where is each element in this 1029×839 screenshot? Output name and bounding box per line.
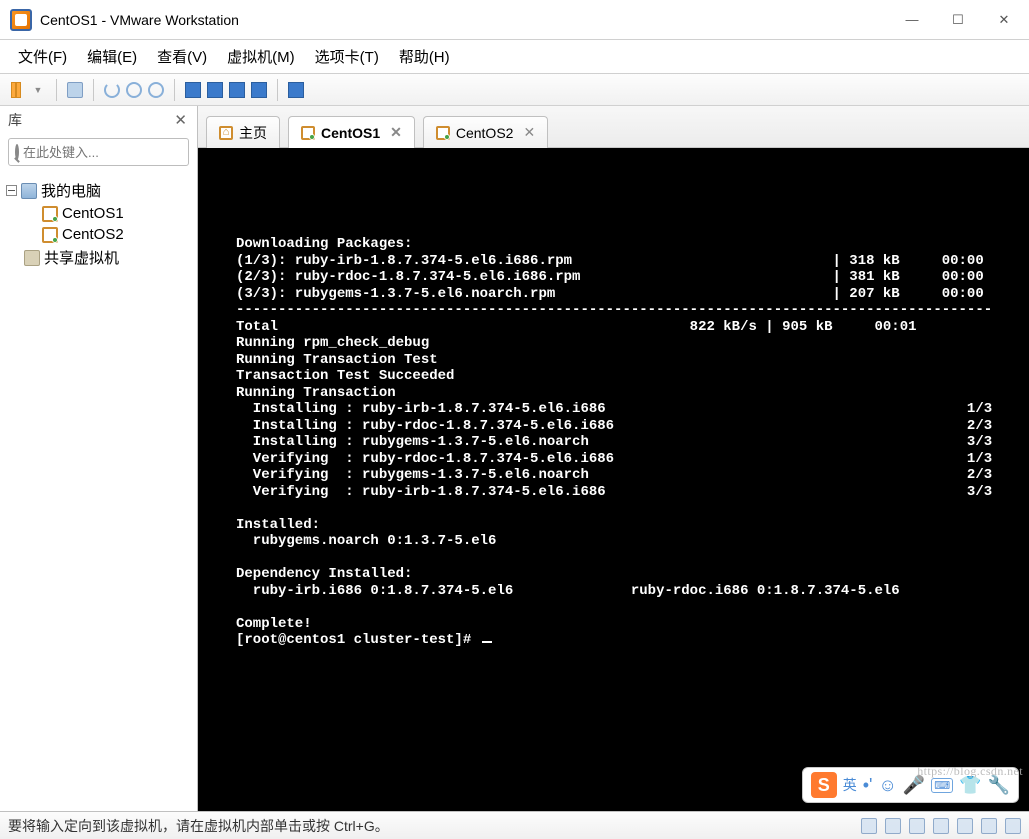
library-tree: 我的电脑 CentOS1 CentOS2 共享虚拟机: [0, 172, 197, 811]
tree-label: 共享虚拟机: [44, 247, 119, 268]
search-input-box[interactable]: ▼: [8, 138, 189, 166]
app-icon: [10, 9, 32, 31]
sidebar-title: 库: [8, 110, 22, 130]
ime-keyboard-icon[interactable]: ⌨: [931, 778, 953, 793]
ime-voice-icon[interactable]: 🎤: [903, 775, 925, 796]
unity-button[interactable]: [205, 80, 225, 100]
tab-strip: 主页 CentOS1 ✕ CentOS2 ✕: [198, 106, 1029, 148]
minimize-button[interactable]: —: [889, 0, 935, 40]
tab-label: CentOS1: [321, 125, 380, 141]
ime-punct-icon[interactable]: •': [863, 775, 873, 796]
ime-settings-icon[interactable]: 🔧: [988, 775, 1010, 796]
manage-snapshots-button[interactable]: [146, 80, 166, 100]
snapshot-button[interactable]: [65, 80, 85, 100]
tree-node-my-computer[interactable]: 我的电脑: [4, 178, 193, 203]
snapshot2-button[interactable]: [124, 80, 144, 100]
computer-icon: [21, 183, 37, 199]
tree-label: CentOS2: [62, 226, 124, 243]
titlebar: CentOS1 - VMware Workstation — ☐ ✕: [0, 0, 1029, 40]
tab-home[interactable]: 主页: [206, 116, 280, 148]
tab-close-button[interactable]: ✕: [519, 124, 535, 141]
menu-tabs[interactable]: 选项卡(T): [307, 42, 387, 71]
menu-help[interactable]: 帮助(H): [391, 42, 458, 71]
device-printer-icon[interactable]: [981, 818, 997, 834]
tree-node-centos1[interactable]: CentOS1: [4, 203, 193, 224]
menu-view[interactable]: 查看(V): [149, 42, 215, 71]
device-sound-icon[interactable]: [957, 818, 973, 834]
search-icon: [15, 144, 19, 160]
sidebar-close-button[interactable]: ✕: [172, 111, 189, 129]
statusbar: 要将输入定向到该虚拟机，请在虚拟机内部单击或按 Ctrl+G。: [0, 811, 1029, 839]
tab-centos2[interactable]: CentOS2 ✕: [423, 116, 548, 148]
menubar: 文件(F) 编辑(E) 查看(V) 虚拟机(M) 选项卡(T) 帮助(H): [0, 40, 1029, 74]
tree-node-centos2[interactable]: CentOS2: [4, 224, 193, 245]
menu-file[interactable]: 文件(F): [10, 42, 75, 71]
ime-toolbar[interactable]: S 英 •' ☺ 🎤 ⌨ 👕 🔧: [802, 767, 1019, 803]
revert-button[interactable]: [102, 80, 122, 100]
collapse-icon[interactable]: [6, 185, 17, 196]
device-display-icon[interactable]: [1005, 818, 1021, 834]
statusbar-text: 要将输入定向到该虚拟机，请在虚拟机内部单击或按 Ctrl+G。: [8, 816, 861, 836]
console-button[interactable]: [183, 80, 203, 100]
tree-label: 我的电脑: [41, 180, 101, 201]
device-network-icon[interactable]: [909, 818, 925, 834]
vm-icon: [42, 227, 58, 243]
ime-mode-label[interactable]: 英: [843, 775, 857, 795]
tab-label: CentOS2: [456, 125, 514, 141]
vm-icon: [436, 126, 450, 140]
ime-emoji-icon[interactable]: ☺: [878, 775, 896, 796]
pause-button[interactable]: [6, 80, 26, 100]
toolbar: ▼: [0, 74, 1029, 106]
menu-edit[interactable]: 编辑(E): [79, 42, 145, 71]
shared-icon: [24, 250, 40, 266]
tab-close-button[interactable]: ✕: [386, 124, 402, 141]
window-title: CentOS1 - VMware Workstation: [40, 12, 889, 28]
device-hdd-icon[interactable]: [861, 818, 877, 834]
vm-icon: [301, 126, 315, 140]
device-cd-icon[interactable]: [885, 818, 901, 834]
maximize-button[interactable]: ☐: [935, 0, 981, 40]
tab-label: 主页: [239, 123, 267, 143]
terminal-output[interactable]: Downloading Packages: (1/3): ruby-irb-1.…: [198, 148, 1029, 811]
tree-label: CentOS1: [62, 205, 124, 222]
sogou-icon[interactable]: S: [811, 772, 837, 798]
ime-skin-icon[interactable]: 👕: [959, 775, 981, 796]
fullscreen-button[interactable]: [227, 80, 247, 100]
dropdown-icon[interactable]: ▼: [28, 80, 48, 100]
search-input[interactable]: [23, 145, 199, 160]
library-button[interactable]: [286, 80, 306, 100]
close-button[interactable]: ✕: [981, 0, 1027, 40]
vm-icon: [42, 206, 58, 222]
tab-centos1[interactable]: CentOS1 ✕: [288, 116, 415, 148]
tree-node-shared-vms[interactable]: 共享虚拟机: [4, 245, 193, 270]
menu-vm[interactable]: 虚拟机(M): [219, 42, 303, 71]
home-icon: [219, 126, 233, 140]
multimonitor-button[interactable]: [249, 80, 269, 100]
device-usb-icon[interactable]: [933, 818, 949, 834]
sidebar: 库 ✕ ▼ 我的电脑 CentOS1 CentOS2 共: [0, 106, 198, 811]
